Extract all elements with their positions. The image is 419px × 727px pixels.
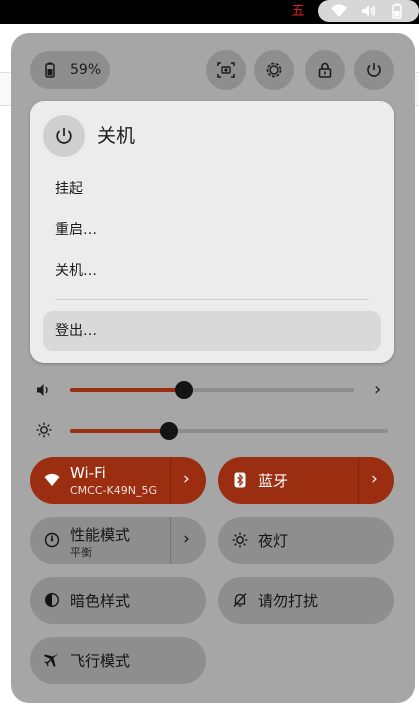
dark-style-label: 暗色样式 (70, 592, 131, 610)
dark-style-icon (44, 592, 60, 608)
do-not-disturb-toggle[interactable]: 请勿打扰 (218, 577, 394, 624)
chevron-right-icon: › (183, 529, 190, 549)
bluetooth-label: 蓝牙 (258, 472, 289, 490)
suspend-menu-item[interactable]: 挂起 (43, 169, 381, 209)
power-button[interactable] (354, 50, 394, 90)
do-not-disturb-label: 请勿打扰 (258, 592, 319, 610)
power-icon (56, 128, 72, 144)
restart-menu-item[interactable]: 重启… (43, 210, 381, 250)
brightness-icon (36, 422, 52, 438)
power-off-menu-item[interactable]: 关机… (43, 251, 381, 291)
input-method-indicator[interactable]: 五 (290, 3, 306, 21)
chevron-right-icon: › (371, 469, 378, 489)
wifi-menu-button[interactable]: › (170, 457, 206, 504)
airplane-mode-label: 飞行模式 (70, 652, 131, 670)
airplane-mode-toggle[interactable]: 飞行模式 (30, 637, 206, 684)
night-light-icon (232, 532, 248, 548)
wifi-network-name: CMCC-K49N_5G (70, 484, 157, 497)
bluetooth-menu-button[interactable]: › (358, 457, 394, 504)
power-mode-label: 性能模式 (70, 526, 131, 544)
volume-icon (362, 5, 376, 17)
wifi-label: Wi-Fi (70, 464, 106, 482)
night-light-toggle[interactable]: 夜灯 (218, 517, 394, 564)
power-menu: 关机 挂起 重启… 关机… 登出… (30, 101, 394, 363)
bluetooth-toggle[interactable]: 蓝牙 › (218, 457, 394, 504)
brightness-slider[interactable] (70, 429, 388, 433)
lock-button[interactable] (305, 50, 345, 90)
brightness-slider-handle[interactable] (159, 422, 178, 440)
battery-percentage: 59% (70, 62, 102, 78)
wifi-toggle[interactable]: Wi-Fi CMCC-K49N_5G › (30, 457, 206, 504)
night-light-label: 夜灯 (258, 532, 289, 550)
power-menu-title: 关机 (97, 125, 136, 147)
speedometer-icon (44, 532, 60, 548)
battery-button[interactable]: 59% (30, 51, 110, 89)
airplane-icon (44, 653, 59, 667)
log-out-menu-item[interactable]: 登出… (43, 311, 381, 351)
lock-icon (318, 62, 332, 78)
wifi-icon (331, 4, 347, 17)
system-tray[interactable] (318, 0, 419, 22)
gear-icon (266, 62, 282, 78)
power-mode-menu-button[interactable]: › (170, 517, 206, 564)
chevron-right-icon: › (183, 469, 190, 489)
power-mode-toggle[interactable]: 性能模式 平衡 › (30, 517, 206, 564)
menu-separator (55, 299, 369, 300)
brightness-slider-fill (70, 429, 169, 433)
bluetooth-icon (234, 472, 246, 488)
volume-icon (37, 384, 48, 396)
screenshot-icon (217, 62, 235, 78)
wifi-icon (44, 473, 60, 486)
bell-off-icon (233, 593, 247, 607)
power-icon (367, 63, 381, 77)
battery-icon (45, 62, 55, 78)
volume-slider-handle[interactable] (174, 381, 193, 399)
volume-slider[interactable] (70, 388, 354, 392)
volume-output-chevron[interactable]: › (374, 379, 381, 400)
battery-icon (392, 3, 402, 19)
top-bar: 五 (0, 0, 419, 24)
power-mode-value: 平衡 (70, 546, 92, 559)
settings-button[interactable] (254, 50, 294, 90)
screenshot-button[interactable] (206, 50, 246, 90)
volume-slider-fill (70, 388, 184, 392)
power-menu-icon-badge (43, 115, 85, 157)
dark-style-toggle[interactable]: 暗色样式 (30, 577, 206, 624)
